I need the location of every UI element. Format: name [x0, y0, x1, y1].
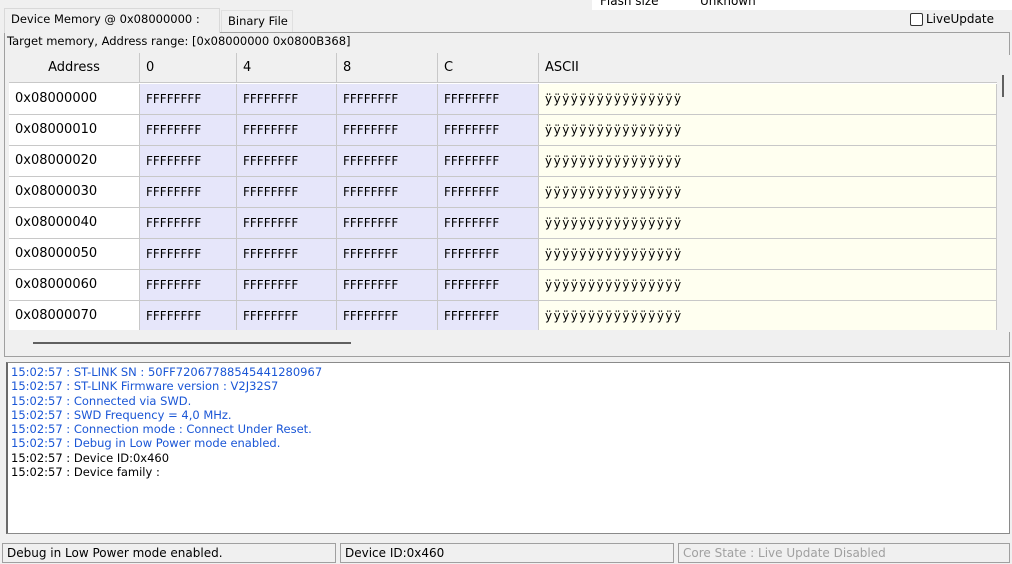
- status-bar: Debug in Low Power mode enabled. Device …: [0, 542, 1012, 564]
- word-0-cell[interactable]: FFFFFFFF: [140, 208, 237, 239]
- table-row[interactable]: 0x08000040 FFFFFFFF FFFFFFFF FFFFFFFF FFFFFF…: [9, 208, 997, 239]
- log-line: 15:02:57 : Device family :: [11, 465, 160, 480]
- address-cell[interactable]: 0x08000040: [9, 208, 140, 239]
- header-ascii[interactable]: ASCII: [539, 53, 997, 83]
- word-8-cell[interactable]: FFFFFFFF: [337, 177, 438, 208]
- word-c-cell[interactable]: FFFFFFFF: [438, 177, 539, 208]
- tab-binary-file[interactable]: Binary File: [221, 10, 293, 32]
- log-line: 15:02:57 : ST-LINK SN : 50FF720677885454…: [11, 365, 323, 379]
- address-cell[interactable]: 0x08000010: [9, 115, 140, 146]
- word-8-cell[interactable]: FFFFFFFF: [337, 146, 438, 177]
- word-0-cell[interactable]: FFFFFFFF: [140, 301, 237, 330]
- ascii-cell[interactable]: ÿÿÿÿÿÿÿÿÿÿÿÿÿÿÿÿ: [539, 270, 997, 301]
- word-8-cell[interactable]: FFFFFFFF: [337, 301, 438, 330]
- live-update-checkbox[interactable]: [910, 12, 923, 26]
- word-0-cell[interactable]: FFFFFFFF: [140, 270, 237, 301]
- ascii-cell[interactable]: ÿÿÿÿÿÿÿÿÿÿÿÿÿÿÿÿ: [539, 301, 997, 330]
- word-4-cell[interactable]: FFFFFFFF: [237, 177, 337, 208]
- tab-device-memory[interactable]: Device Memory @ 0x08000000 :: [4, 8, 220, 33]
- status-core-state: Core State : Live Update Disabled: [678, 543, 1010, 563]
- word-0-cell[interactable]: FFFFFFFF: [140, 115, 237, 146]
- word-c-cell[interactable]: FFFFFFFF: [438, 84, 539, 115]
- address-cell[interactable]: 0x08000000: [9, 84, 140, 115]
- table-row[interactable]: 0x08000000 FFFFFFFF FFFFFFFF FFFFFFFF FFFFFF…: [9, 84, 997, 115]
- word-c-cell[interactable]: FFFFFFFF: [438, 239, 539, 270]
- horizontal-scroll-thumb[interactable]: [33, 342, 351, 344]
- address-cell[interactable]: 0x08000020: [9, 146, 140, 177]
- status-message: Debug in Low Power mode enabled.: [2, 543, 336, 563]
- word-0-cell[interactable]: FFFFFFFF: [140, 146, 237, 177]
- header-address[interactable]: Address: [9, 53, 140, 83]
- address-cell[interactable]: 0x08000030: [9, 177, 140, 208]
- address-cell[interactable]: 0x08000050: [9, 239, 140, 270]
- ascii-cell[interactable]: ÿÿÿÿÿÿÿÿÿÿÿÿÿÿÿÿ: [539, 177, 997, 208]
- word-8-cell[interactable]: FFFFFFFF: [337, 115, 438, 146]
- ascii-cell[interactable]: ÿÿÿÿÿÿÿÿÿÿÿÿÿÿÿÿ: [539, 146, 997, 177]
- word-4-cell[interactable]: FFFFFFFF: [237, 208, 337, 239]
- word-4-cell[interactable]: FFFFFFFF: [237, 146, 337, 177]
- log-console[interactable]: 15:02:57 : ST-LINK SN : 50FF720677885454…: [6, 362, 1010, 534]
- header-offset-c[interactable]: C: [438, 53, 539, 83]
- word-4-cell[interactable]: FFFFFFFF: [237, 115, 337, 146]
- ascii-cell[interactable]: ÿÿÿÿÿÿÿÿÿÿÿÿÿÿÿÿ: [539, 115, 997, 146]
- log-line: 15:02:57 : Connected via SWD.: [11, 393, 192, 408]
- live-update-toggle[interactable]: LiveUpdate: [910, 12, 994, 26]
- word-8-cell[interactable]: FFFFFFFF: [337, 239, 438, 270]
- flash-size-value: Unknown: [700, 0, 756, 8]
- status-device-id: Device ID:0x460: [340, 543, 674, 563]
- word-c-cell[interactable]: FFFFFFFF: [438, 146, 539, 177]
- ascii-cell[interactable]: ÿÿÿÿÿÿÿÿÿÿÿÿÿÿÿÿ: [539, 208, 997, 239]
- word-4-cell[interactable]: FFFFFFFF: [237, 270, 337, 301]
- log-line: 15:02:57 : Debug in Low Power mode enabl…: [11, 436, 281, 451]
- word-4-cell[interactable]: FFFFFFFF: [237, 239, 337, 270]
- word-c-cell[interactable]: FFFFFFFF: [438, 270, 539, 301]
- word-0-cell[interactable]: FFFFFFFF: [140, 177, 237, 208]
- memory-grid[interactable]: Address 0 4 8 C ASCII 0x08000000 FFFFFFFF…: [9, 53, 997, 330]
- header-offset-4[interactable]: 4: [237, 53, 337, 83]
- address-cell[interactable]: 0x08000060: [9, 270, 140, 301]
- word-0-cell[interactable]: FFFFFFFF: [140, 239, 237, 270]
- vertical-scrollbar[interactable]: [997, 55, 1010, 332]
- log-line: 15:02:57 : Connection mode : Connect Und…: [11, 422, 312, 437]
- word-c-cell[interactable]: FFFFFFFF: [438, 208, 539, 239]
- grid-header: Address 0 4 8 C ASCII: [9, 53, 997, 83]
- word-0-cell[interactable]: FFFFFFFF: [140, 84, 237, 115]
- table-row[interactable]: 0x08000020 FFFFFFFF FFFFFFFF FFFFFFFF FFFFFF…: [9, 146, 997, 177]
- word-c-cell[interactable]: FFFFFFFF: [438, 115, 539, 146]
- table-row[interactable]: 0x08000070 FFFFFFFF FFFFFFFF FFFFFFFF FFFFFF…: [9, 301, 997, 330]
- flash-size-label: Flash size: [600, 0, 659, 8]
- address-range-label: Target memory, Address range: [0x0800000…: [7, 34, 351, 48]
- word-4-cell[interactable]: FFFFFFFF: [237, 301, 337, 330]
- ascii-cell[interactable]: ÿÿÿÿÿÿÿÿÿÿÿÿÿÿÿÿ: [539, 239, 997, 270]
- ascii-cell[interactable]: ÿÿÿÿÿÿÿÿÿÿÿÿÿÿÿÿ: [539, 84, 997, 115]
- vertical-scroll-thumb[interactable]: [1002, 75, 1004, 97]
- log-line: 15:02:57 : Device ID:0x460: [11, 450, 170, 465]
- table-row[interactable]: 0x08000010 FFFFFFFF FFFFFFFF FFFFFFFF FFFFFF…: [9, 115, 997, 146]
- header-offset-0[interactable]: 0: [140, 53, 237, 83]
- word-4-cell[interactable]: FFFFFFFF: [237, 84, 337, 115]
- log-line: 15:02:57 : ST-LINK Firmware version : V2…: [11, 379, 279, 394]
- table-row[interactable]: 0x08000030 FFFFFFFF FFFFFFFF FFFFFFFF FFFFFF…: [9, 177, 997, 208]
- word-c-cell[interactable]: FFFFFFFF: [438, 301, 539, 330]
- header-offset-8[interactable]: 8: [337, 53, 438, 83]
- log-line: 15:02:57 : SWD Frequency = 4,0 MHz.: [11, 407, 232, 422]
- memory-panel: Target memory, Address range: [0x0800000…: [4, 32, 1010, 357]
- live-update-label: LiveUpdate: [926, 12, 994, 26]
- address-cell[interactable]: 0x08000070: [9, 301, 140, 330]
- word-8-cell[interactable]: FFFFFFFF: [337, 208, 438, 239]
- horizontal-scrollbar[interactable]: [9, 336, 997, 350]
- word-8-cell[interactable]: FFFFFFFF: [337, 84, 438, 115]
- flash-size-info: Flash size Unknown: [592, 0, 1012, 10]
- table-row[interactable]: 0x08000050 FFFFFFFF FFFFFFFF FFFFFFFF FFFFFF…: [9, 239, 997, 270]
- table-row[interactable]: 0x08000060 FFFFFFFF FFFFFFFF FFFFFFFF FFFFFF…: [9, 270, 997, 301]
- word-8-cell[interactable]: FFFFFFFF: [337, 270, 438, 301]
